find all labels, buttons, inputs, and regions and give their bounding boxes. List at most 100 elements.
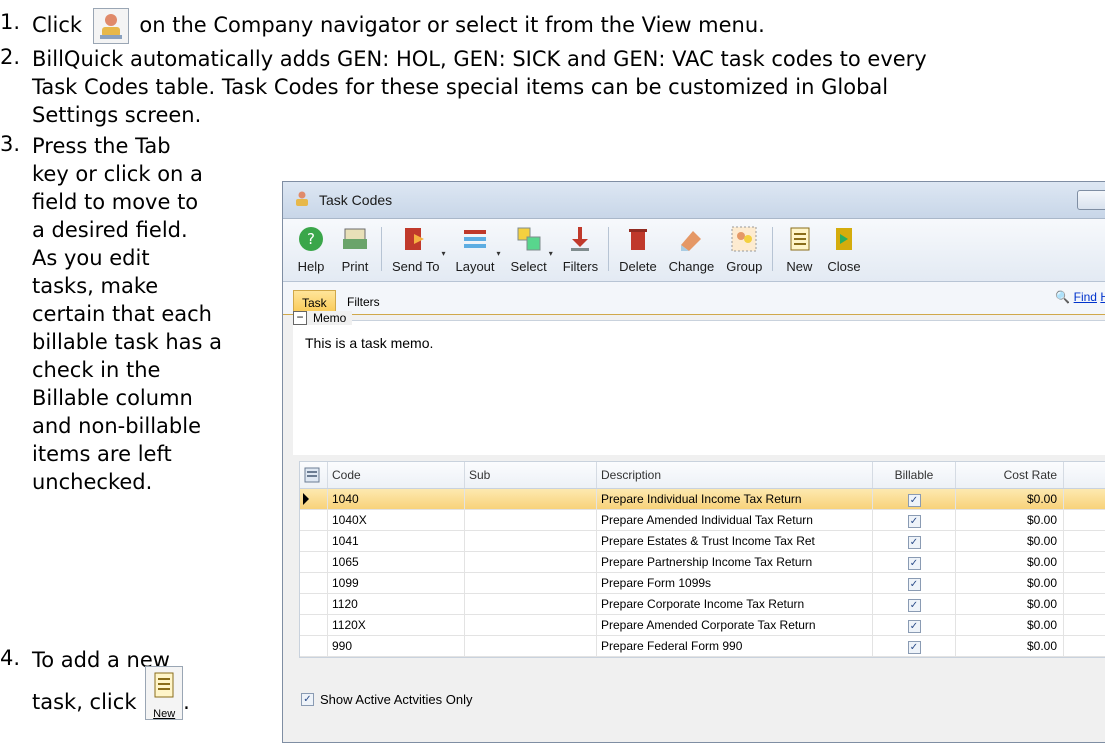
task-codes-window-icon (293, 190, 311, 211)
print-button[interactable]: Print (333, 219, 377, 274)
row-indicator[interactable] (300, 594, 328, 614)
cell-cost-rate[interactable]: $0.00 (956, 636, 1064, 656)
cell-billable[interactable]: ✓ (873, 594, 956, 614)
column-header-sub[interactable]: Sub (465, 462, 597, 488)
row-indicator[interactable] (300, 552, 328, 572)
cell-code[interactable]: 1120X (328, 615, 465, 635)
row-indicator[interactable] (300, 510, 328, 530)
collapse-icon[interactable]: − (293, 311, 307, 325)
table-row[interactable]: 1120X Prepare Amended Corporate Tax Retur… (300, 615, 1105, 636)
billable-checkbox[interactable]: ✓ (907, 494, 921, 507)
billable-checkbox[interactable]: ✓ (907, 620, 921, 633)
billable-checkbox[interactable]: ✓ (907, 578, 921, 591)
table-row[interactable]: 1120 Prepare Corporate Income Tax Return ✓… (300, 594, 1105, 615)
cell-sub[interactable] (465, 531, 597, 551)
checkbox-checked-icon[interactable]: ✓ (301, 693, 314, 706)
change-label: Change (668, 259, 715, 274)
cell-billable[interactable]: ✓ (873, 510, 956, 530)
column-header-description[interactable]: Description (597, 462, 873, 488)
send-to-button[interactable]: Send To (386, 219, 445, 274)
help-icon: ? (295, 223, 327, 255)
cell-cost-rate[interactable]: $0.00 (956, 489, 1064, 509)
table-row[interactable]: 1099 Prepare Form 1099s ✓ $0.00 (300, 573, 1105, 594)
column-chooser-icon[interactable] (300, 462, 328, 488)
send-to-dropdown-arrow[interactable]: ▾ (441, 249, 445, 258)
show-active-only-checkbox[interactable]: ✓ Show Active Actvities Only (301, 692, 472, 707)
step-text-line: Billable column (32, 386, 193, 410)
column-header-code[interactable]: Code (328, 462, 465, 488)
row-indicator[interactable] (300, 573, 328, 593)
cell-cost-rate[interactable]: $0.00 (956, 510, 1064, 530)
billable-checkbox[interactable]: ✓ (907, 557, 921, 570)
cell-billable[interactable]: ✓ (873, 573, 956, 593)
cell-sub[interactable] (465, 510, 597, 530)
table-row[interactable]: 1040 Prepare Individual Income Tax Return… (300, 489, 1105, 510)
row-indicator[interactable] (300, 615, 328, 635)
cell-billable[interactable]: ✓ (873, 489, 956, 509)
cell-billable[interactable]: ✓ (873, 531, 956, 551)
cell-description[interactable]: Prepare Amended Individual Tax Return (597, 510, 873, 530)
find-link[interactable]: Find (1074, 290, 1097, 304)
cell-description[interactable]: Prepare Estates & Trust Income Tax Ret (597, 531, 873, 551)
select-button[interactable]: Select (505, 219, 553, 274)
layout-dropdown-arrow[interactable]: ▾ (497, 249, 501, 258)
help-button[interactable]: ? Help (289, 219, 333, 274)
window-titlebar: Task Codes (283, 182, 1105, 219)
table-row[interactable]: 1065 Prepare Partnership Income Tax Retur… (300, 552, 1105, 573)
cell-code[interactable]: 1041 (328, 531, 465, 551)
change-button[interactable]: Change (663, 219, 721, 274)
table-row[interactable]: 1041 Prepare Estates & Trust Income Tax R… (300, 531, 1105, 552)
row-indicator[interactable] (300, 531, 328, 551)
cell-billable[interactable]: ✓ (873, 636, 956, 656)
billable-checkbox[interactable]: ✓ (907, 515, 921, 528)
column-header-cost-rate[interactable]: Cost Rate (956, 462, 1064, 488)
filters-button[interactable]: Filters (557, 219, 604, 274)
column-header-billable[interactable]: Billable (873, 462, 956, 488)
close-button[interactable]: Close (821, 219, 866, 274)
cell-sub[interactable] (465, 573, 597, 593)
memo-text[interactable]: This is a task memo. (305, 335, 433, 351)
cell-code[interactable]: 990 (328, 636, 465, 656)
cell-cost-rate[interactable]: $0.00 (956, 573, 1064, 593)
cell-code[interactable]: 1040X (328, 510, 465, 530)
cell-description[interactable]: Prepare Partnership Income Tax Return (597, 552, 873, 572)
select-dropdown-arrow[interactable]: ▾ (549, 249, 553, 258)
cell-description[interactable]: Prepare Federal Form 990 (597, 636, 873, 656)
billable-checkbox[interactable]: ✓ (907, 599, 921, 612)
cell-code[interactable]: 1120 (328, 594, 465, 614)
cell-sub[interactable] (465, 615, 597, 635)
cell-description[interactable]: Prepare Form 1099s (597, 573, 873, 593)
step-text-line: BillQuick automatically adds GEN: HOL, G… (32, 47, 927, 71)
cell-sub[interactable] (465, 489, 597, 509)
table-row[interactable]: 1040X Prepare Amended Individual Tax Retu… (300, 510, 1105, 531)
table-row[interactable]: 990 Prepare Federal Form 990 ✓ $0.00 (300, 636, 1105, 657)
cell-billable[interactable]: ✓ (873, 615, 956, 635)
delete-button[interactable]: Delete (613, 219, 663, 274)
cell-cost-rate[interactable]: $0.00 (956, 531, 1064, 551)
cell-description[interactable]: Prepare Individual Income Tax Return (597, 489, 873, 509)
minimize-button[interactable] (1077, 190, 1105, 210)
delete-icon (622, 223, 654, 255)
row-indicator[interactable] (300, 489, 328, 509)
group-button[interactable]: Group (720, 219, 768, 274)
help-link[interactable]: H (1100, 290, 1105, 304)
cell-billable[interactable]: ✓ (873, 552, 956, 572)
cell-code[interactable]: 1040 (328, 489, 465, 509)
step-number: 3. (0, 132, 21, 156)
cell-description[interactable]: Prepare Corporate Income Tax Return (597, 594, 873, 614)
cell-cost-rate[interactable]: $0.00 (956, 552, 1064, 572)
change-icon (675, 223, 707, 255)
cell-sub[interactable] (465, 552, 597, 572)
new-button[interactable]: New (777, 219, 821, 274)
cell-sub[interactable] (465, 636, 597, 656)
row-indicator[interactable] (300, 636, 328, 656)
billable-checkbox[interactable]: ✓ (907, 641, 921, 654)
cell-description[interactable]: Prepare Amended Corporate Tax Return (597, 615, 873, 635)
cell-sub[interactable] (465, 594, 597, 614)
cell-code[interactable]: 1065 (328, 552, 465, 572)
cell-cost-rate[interactable]: $0.00 (956, 594, 1064, 614)
billable-checkbox[interactable]: ✓ (907, 536, 921, 549)
cell-code[interactable]: 1099 (328, 573, 465, 593)
cell-cost-rate[interactable]: $0.00 (956, 615, 1064, 635)
layout-button[interactable]: Layout (449, 219, 500, 274)
